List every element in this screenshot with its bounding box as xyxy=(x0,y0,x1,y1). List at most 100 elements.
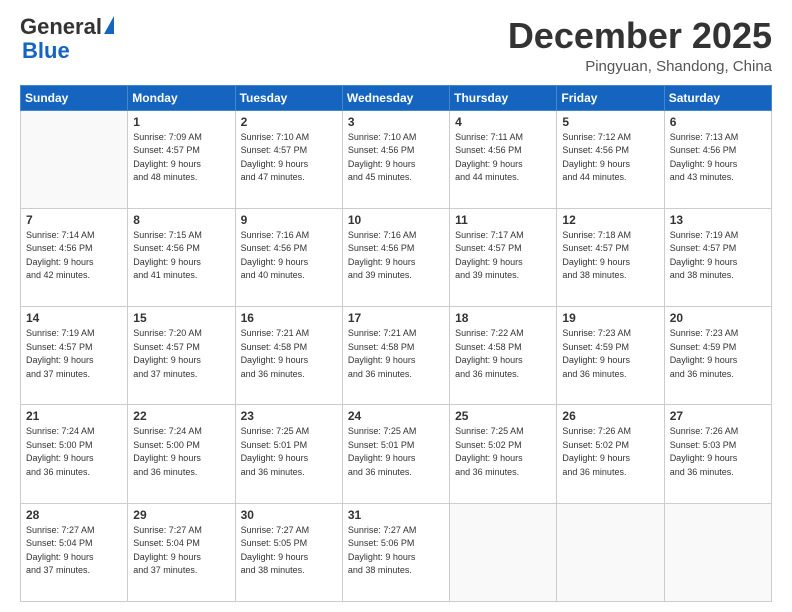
logo-blue: Blue xyxy=(22,38,70,64)
location: Pingyuan, Shandong, China xyxy=(508,58,772,75)
day-info: Sunrise: 7:23 AM Sunset: 4:59 PM Dayligh… xyxy=(670,327,766,381)
table-row: 10Sunrise: 7:16 AM Sunset: 4:56 PM Dayli… xyxy=(342,208,449,306)
day-number: 15 xyxy=(133,311,229,325)
day-info: Sunrise: 7:16 AM Sunset: 4:56 PM Dayligh… xyxy=(348,229,444,283)
day-number: 4 xyxy=(455,115,551,129)
table-row: 3 Sunrise: 7:10 AM Sunset: 4:56 PM Daylig… xyxy=(342,110,449,208)
day-number: 25 xyxy=(455,409,551,423)
day-info: Sunrise: 7:27 AM Sunset: 5:04 PM Dayligh… xyxy=(133,524,229,578)
day-info: Sunrise: 7:26 AM Sunset: 5:03 PM Dayligh… xyxy=(670,425,766,479)
calendar-week-row: 1 Sunrise: 7:09 AM Sunset: 4:57 PM Daylig… xyxy=(21,110,772,208)
table-row: 16 Sunrise: 7:21 AM Sunset: 4:58 PM Dayli… xyxy=(235,307,342,405)
day-number: 21 xyxy=(26,409,122,423)
day-number: 22 xyxy=(133,409,229,423)
table-row: 27 Sunrise: 7:26 AM Sunset: 5:03 PM Dayli… xyxy=(664,405,771,503)
day-info: Sunrise: 7:21 AM Sunset: 4:58 PM Dayligh… xyxy=(348,327,444,381)
day-number: 6 xyxy=(670,115,766,129)
col-friday: Friday xyxy=(557,85,664,110)
table-row: 8Sunrise: 7:15 AM Sunset: 4:56 PM Daylig… xyxy=(128,208,235,306)
day-info: Sunrise: 7:19 AM Sunset: 4:57 PM Dayligh… xyxy=(26,327,122,381)
col-monday: Monday xyxy=(128,85,235,110)
day-number: 23 xyxy=(241,409,337,423)
day-info: Sunrise: 7:10 AM Sunset: 4:57 PM Dayligh… xyxy=(241,131,337,185)
day-number: 29 xyxy=(133,508,229,522)
logo: General Blue xyxy=(20,16,114,64)
day-number: 24 xyxy=(348,409,444,423)
table-row xyxy=(664,503,771,601)
table-row: 24Sunrise: 7:25 AM Sunset: 5:01 PM Dayli… xyxy=(342,405,449,503)
day-number: 20 xyxy=(670,311,766,325)
table-row: 17 Sunrise: 7:21 AM Sunset: 4:58 PM Dayli… xyxy=(342,307,449,405)
table-row: 6Sunrise: 7:13 AM Sunset: 4:56 PM Daylig… xyxy=(664,110,771,208)
table-row: 11Sunrise: 7:17 AM Sunset: 4:57 PM Dayli… xyxy=(450,208,557,306)
day-number: 14 xyxy=(26,311,122,325)
table-row: 18 Sunrise: 7:22 AM Sunset: 4:58 PM Dayli… xyxy=(450,307,557,405)
day-info: Sunrise: 7:21 AM Sunset: 4:58 PM Dayligh… xyxy=(241,327,337,381)
calendar-week-row: 28 Sunrise: 7:27 AM Sunset: 5:04 PM Dayli… xyxy=(21,503,772,601)
day-number: 30 xyxy=(241,508,337,522)
calendar-header-row: Sunday Monday Tuesday Wednesday Thursday… xyxy=(21,85,772,110)
day-info: Sunrise: 7:14 AM Sunset: 4:56 PM Dayligh… xyxy=(26,229,122,283)
day-number: 7 xyxy=(26,213,122,227)
day-number: 1 xyxy=(133,115,229,129)
day-number: 13 xyxy=(670,213,766,227)
day-number: 27 xyxy=(670,409,766,423)
day-info: Sunrise: 7:20 AM Sunset: 4:57 PM Dayligh… xyxy=(133,327,229,381)
calendar-table: Sunday Monday Tuesday Wednesday Thursday… xyxy=(20,85,772,602)
day-number: 28 xyxy=(26,508,122,522)
day-number: 9 xyxy=(241,213,337,227)
day-info: Sunrise: 7:10 AM Sunset: 4:56 PM Dayligh… xyxy=(348,131,444,185)
day-info: Sunrise: 7:25 AM Sunset: 5:01 PM Dayligh… xyxy=(241,425,337,479)
col-saturday: Saturday xyxy=(664,85,771,110)
table-row: 14 Sunrise: 7:19 AM Sunset: 4:57 PM Dayli… xyxy=(21,307,128,405)
day-number: 17 xyxy=(348,311,444,325)
day-number: 12 xyxy=(562,213,658,227)
table-row: 21Sunrise: 7:24 AM Sunset: 5:00 PM Dayli… xyxy=(21,405,128,503)
table-row xyxy=(450,503,557,601)
table-row: 4Sunrise: 7:11 AM Sunset: 4:56 PM Daylig… xyxy=(450,110,557,208)
logo-triangle-icon xyxy=(104,16,114,34)
day-info: Sunrise: 7:27 AM Sunset: 5:05 PM Dayligh… xyxy=(241,524,337,578)
day-info: Sunrise: 7:12 AM Sunset: 4:56 PM Dayligh… xyxy=(562,131,658,185)
day-info: Sunrise: 7:15 AM Sunset: 4:56 PM Dayligh… xyxy=(133,229,229,283)
table-row: 23 Sunrise: 7:25 AM Sunset: 5:01 PM Dayli… xyxy=(235,405,342,503)
table-row: 28Sunrise: 7:27 AM Sunset: 5:04 PM Dayli… xyxy=(21,503,128,601)
header: General Blue December 2025 Pingyuan, Sha… xyxy=(20,16,772,75)
col-thursday: Thursday xyxy=(450,85,557,110)
table-row: 1 Sunrise: 7:09 AM Sunset: 4:57 PM Daylig… xyxy=(128,110,235,208)
day-info: Sunrise: 7:26 AM Sunset: 5:02 PM Dayligh… xyxy=(562,425,658,479)
day-number: 16 xyxy=(241,311,337,325)
day-info: Sunrise: 7:25 AM Sunset: 5:02 PM Dayligh… xyxy=(455,425,551,479)
day-number: 18 xyxy=(455,311,551,325)
table-row: 30 Sunrise: 7:27 AM Sunset: 5:05 PM Dayli… xyxy=(235,503,342,601)
col-wednesday: Wednesday xyxy=(342,85,449,110)
table-row: 9 Sunrise: 7:16 AM Sunset: 4:56 PM Daylig… xyxy=(235,208,342,306)
table-row: 22 Sunrise: 7:24 AM Sunset: 5:00 PM Dayli… xyxy=(128,405,235,503)
table-row: 12 Sunrise: 7:18 AM Sunset: 4:57 PM Dayli… xyxy=(557,208,664,306)
calendar-week-row: 7 Sunrise: 7:14 AM Sunset: 4:56 PM Daylig… xyxy=(21,208,772,306)
table-row xyxy=(21,110,128,208)
col-sunday: Sunday xyxy=(21,85,128,110)
day-number: 2 xyxy=(241,115,337,129)
day-info: Sunrise: 7:24 AM Sunset: 5:00 PM Dayligh… xyxy=(133,425,229,479)
table-row: 26Sunrise: 7:26 AM Sunset: 5:02 PM Dayli… xyxy=(557,405,664,503)
table-row: 15 Sunrise: 7:20 AM Sunset: 4:57 PM Dayli… xyxy=(128,307,235,405)
day-info: Sunrise: 7:16 AM Sunset: 4:56 PM Dayligh… xyxy=(241,229,337,283)
month-title: December 2025 xyxy=(508,16,772,56)
table-row: 13Sunrise: 7:19 AM Sunset: 4:57 PM Dayli… xyxy=(664,208,771,306)
day-number: 3 xyxy=(348,115,444,129)
day-info: Sunrise: 7:18 AM Sunset: 4:57 PM Dayligh… xyxy=(562,229,658,283)
logo-text: General xyxy=(20,16,114,38)
table-row: 5Sunrise: 7:12 AM Sunset: 4:56 PM Daylig… xyxy=(557,110,664,208)
table-row xyxy=(557,503,664,601)
day-info: Sunrise: 7:23 AM Sunset: 4:59 PM Dayligh… xyxy=(562,327,658,381)
day-info: Sunrise: 7:09 AM Sunset: 4:57 PM Dayligh… xyxy=(133,131,229,185)
table-row: 19Sunrise: 7:23 AM Sunset: 4:59 PM Dayli… xyxy=(557,307,664,405)
day-info: Sunrise: 7:17 AM Sunset: 4:57 PM Dayligh… xyxy=(455,229,551,283)
table-row: 25 Sunrise: 7:25 AM Sunset: 5:02 PM Dayli… xyxy=(450,405,557,503)
calendar-week-row: 14 Sunrise: 7:19 AM Sunset: 4:57 PM Dayli… xyxy=(21,307,772,405)
title-block: December 2025 Pingyuan, Shandong, China xyxy=(508,16,772,75)
col-tuesday: Tuesday xyxy=(235,85,342,110)
logo-general: General xyxy=(20,16,102,38)
day-info: Sunrise: 7:22 AM Sunset: 4:58 PM Dayligh… xyxy=(455,327,551,381)
